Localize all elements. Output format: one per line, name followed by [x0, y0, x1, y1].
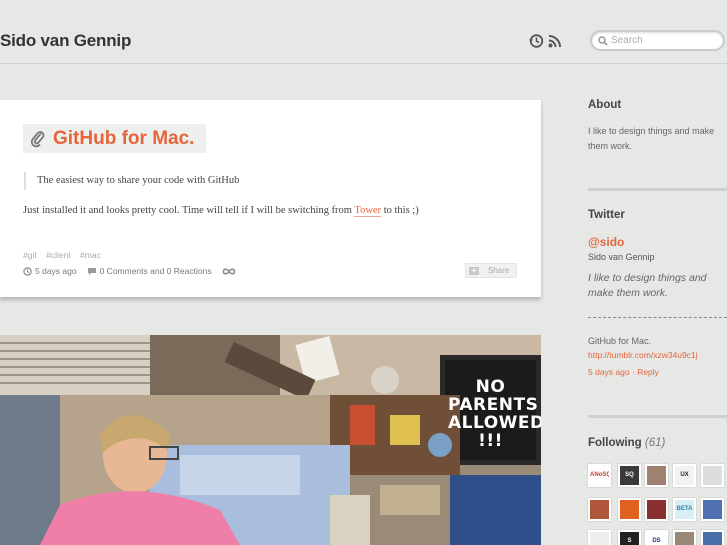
- post-quote: The easiest way to share your code with …: [24, 172, 239, 190]
- dashed-divider: [588, 317, 727, 318]
- post-comments[interactable]: 0 Comments and 0 Reactions: [100, 266, 212, 276]
- search-box: [590, 30, 725, 51]
- search-input[interactable]: [611, 33, 719, 48]
- following-avatar[interactable]: [673, 530, 696, 545]
- about-text: I like to design things and make them wo…: [588, 126, 715, 151]
- infinity-icon[interactable]: [222, 267, 236, 276]
- share-label: Share: [488, 266, 510, 275]
- site-header: Sido van Gennip: [0, 0, 727, 64]
- post-body: Just installed it and looks pretty cool.…: [23, 205, 419, 217]
- site-title[interactable]: Sido van Gennip: [0, 31, 131, 51]
- following-avatar[interactable]: [701, 464, 724, 487]
- following-avatar[interactable]: [701, 498, 724, 521]
- rss-icon[interactable]: [547, 33, 563, 49]
- tag-link[interactable]: #mac: [80, 250, 101, 260]
- tag-link[interactable]: #client: [46, 250, 71, 260]
- post-card: GitHub for Mac. The easiest way to share…: [0, 100, 541, 297]
- plus-icon: +: [469, 267, 479, 275]
- tweet-text: GitHub for Mac.: [588, 336, 652, 346]
- clock-icon: [23, 266, 32, 276]
- following-avatar[interactable]: [588, 530, 611, 545]
- twitter-handle[interactable]: @sido: [588, 235, 624, 249]
- photo-post-image[interactable]: NO PARENTS ALLOWED !!!: [0, 335, 541, 545]
- poster-sign: NO PARENTS ALLOWED !!!: [448, 377, 541, 451]
- tower-link[interactable]: Tower: [354, 205, 382, 217]
- following-avatar[interactable]: UX RAVE: [673, 464, 696, 487]
- comment-icon: [87, 267, 96, 275]
- following-avatar[interactable]: DS: [645, 530, 668, 545]
- post-tags: #git #client #mac: [23, 250, 108, 260]
- tag-link[interactable]: #git: [23, 250, 37, 260]
- following-avatar[interactable]: BETA LIST: [673, 498, 696, 521]
- about-heading: About: [588, 99, 622, 111]
- divider: [588, 415, 727, 418]
- following-avatar[interactable]: SQ: [618, 464, 641, 487]
- following-avatar[interactable]: [618, 498, 641, 521]
- post-time[interactable]: 5 days ago: [35, 266, 77, 276]
- share-button[interactable]: + Share: [465, 263, 517, 278]
- post-title-box: GitHub for Mac.: [23, 124, 207, 153]
- following-avatar[interactable]: S: [618, 530, 641, 545]
- tweet-link[interactable]: http://tumblr.com/xzw34u9c1j: [588, 350, 698, 360]
- post-meta: 5 days ago 0 Comments and 0 Reactions: [23, 266, 239, 276]
- post-title[interactable]: GitHub for Mac.: [53, 128, 194, 149]
- divider: [588, 188, 727, 191]
- twitter-name: Sido van Gennip: [588, 252, 655, 262]
- twitter-bio: I like to design things and make them wo…: [588, 272, 707, 299]
- search-icon: [598, 36, 608, 46]
- following-count: (61): [644, 437, 666, 449]
- twitter-heading: Twitter: [588, 209, 625, 221]
- following-heading: Following (61): [588, 437, 666, 449]
- following-avatar[interactable]: ANoSQ: [588, 464, 611, 487]
- paperclip-icon: [30, 131, 45, 148]
- following-avatar[interactable]: [701, 530, 724, 545]
- following-avatar[interactable]: [645, 464, 668, 487]
- history-icon[interactable]: [528, 33, 544, 49]
- tweet-meta: 5 days ago · Reply: [588, 367, 659, 377]
- following-avatar[interactable]: [588, 498, 611, 521]
- following-avatar[interactable]: [645, 498, 668, 521]
- reply-link[interactable]: Reply: [637, 367, 659, 377]
- tweet-time[interactable]: 5 days ago: [588, 367, 630, 377]
